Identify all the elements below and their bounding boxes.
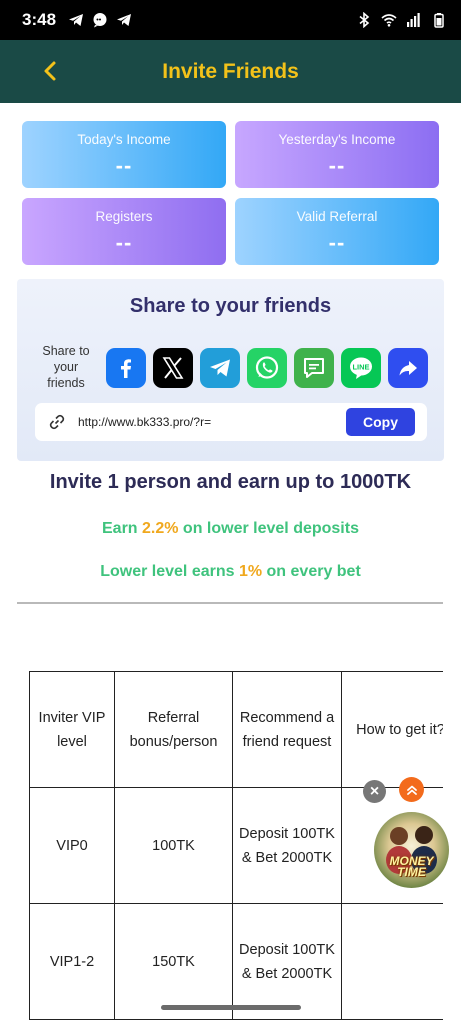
- back-arrow-icon[interactable]: [38, 58, 64, 84]
- table-cell: 100TK: [114, 787, 233, 904]
- whatsapp-share-button[interactable]: [247, 348, 287, 388]
- home-indicator[interactable]: [161, 1005, 301, 1010]
- stat-card-registers: Registers --: [22, 198, 226, 265]
- wifi-icon: [381, 14, 397, 27]
- sms-share-button[interactable]: [294, 348, 334, 388]
- double-chevron-up-icon: [406, 785, 417, 795]
- earn-deposit-percent: 2.2%: [142, 520, 179, 537]
- stat-value: --: [328, 230, 346, 255]
- table-cell: VIP0: [29, 787, 115, 904]
- table-cell: Deposit 100TK & Bet 2000TK: [232, 903, 342, 1020]
- line-icon: LINE: [350, 357, 372, 379]
- close-float-button[interactable]: ×: [363, 780, 386, 803]
- earn-bet-percent: 1%: [238, 563, 263, 580]
- share-arrow-icon: [399, 361, 417, 376]
- stat-card-todays-income: Today's Income --: [22, 121, 226, 188]
- stat-label: Valid Referral: [296, 209, 378, 224]
- table-cell: 150TK: [114, 903, 233, 1020]
- table-header-cell: How to get it?: [341, 671, 443, 788]
- whatsapp-icon: [255, 356, 279, 379]
- stat-label: Today's Income: [77, 132, 171, 147]
- copy-link-button[interactable]: Copy: [346, 408, 415, 436]
- stat-value: --: [328, 153, 346, 178]
- telegram-share-button[interactable]: [200, 348, 240, 388]
- share-panel: Share to your friends Share to your frie…: [17, 279, 444, 461]
- earn-deposit-prefix: Earn: [102, 520, 143, 537]
- stat-card-yesterdays-income: Yesterday's Income --: [235, 121, 439, 188]
- x-logo-icon: [162, 357, 184, 379]
- svg-text:LINE: LINE: [352, 362, 369, 371]
- earn-deposit-suffix: on lower level deposits: [178, 520, 359, 537]
- telegram-icon: [210, 359, 230, 377]
- page-title: Invite Friends: [162, 59, 299, 83]
- money-time-game-button[interactable]: MONEY TIME: [374, 812, 449, 888]
- stat-card-valid-referral: Valid Referral --: [235, 198, 439, 265]
- referral-link-text[interactable]: http://www.bk333.pro/?r=: [78, 415, 211, 429]
- earn-bet-text: Lower level earns 1% on every bet: [0, 563, 461, 581]
- referral-link-box: http://www.bk333.pro/?r= Copy: [35, 403, 427, 441]
- table-header-row: Inviter VIP level Referral bonus/person …: [29, 671, 443, 788]
- app-header: Invite Friends: [0, 40, 461, 103]
- status-time: 3:48: [22, 10, 57, 29]
- share-title: Share to your friends: [129, 295, 332, 317]
- link-icon: [49, 414, 65, 430]
- game-label: MONEY TIME: [389, 854, 434, 879]
- battery-icon: [434, 13, 444, 28]
- facebook-share-button[interactable]: [106, 348, 146, 388]
- facebook-icon: [121, 359, 131, 378]
- section-divider: [17, 602, 443, 604]
- message-icon: [304, 358, 324, 378]
- table-header-cell: Inviter VIP level: [29, 671, 115, 788]
- x-share-button[interactable]: [153, 348, 193, 388]
- table-cell: Deposit 100TK & Bet 2000TK: [232, 787, 342, 904]
- more-share-button[interactable]: [388, 348, 428, 388]
- table-cell: [341, 903, 443, 1020]
- table-header-cell: Recommend a friend request: [232, 671, 342, 788]
- invite-headline: Invite 1 person and earn up to 1000TK: [49, 471, 412, 493]
- earn-bet-suffix: on every bet: [262, 563, 361, 580]
- stat-value: --: [115, 230, 133, 255]
- signal-icon: [407, 13, 420, 27]
- table-cell: VIP1-2: [29, 903, 115, 1020]
- bluetooth-icon: [359, 12, 370, 28]
- stat-label: Yesterday's Income: [278, 132, 396, 147]
- scroll-top-button[interactable]: [399, 777, 424, 802]
- table-header-cell: Referral bonus/person: [114, 671, 233, 788]
- line-share-button[interactable]: LINE: [341, 348, 381, 388]
- telegram-status-icon-2: [117, 14, 132, 26]
- telegram-status-icon: [69, 14, 84, 26]
- chat-status-icon: [93, 13, 107, 28]
- stat-value: --: [115, 153, 133, 178]
- earn-deposit-text: Earn 2.2% on lower level deposits: [0, 520, 461, 538]
- share-to-label: Share to your friends: [42, 344, 90, 390]
- status-bar: 3:48: [0, 0, 461, 40]
- table-row: VIP1-2 150TK Deposit 100TK & Bet 2000TK: [29, 903, 443, 1020]
- earn-bet-prefix: Lower level earns: [100, 563, 239, 580]
- stat-label: Registers: [95, 209, 153, 224]
